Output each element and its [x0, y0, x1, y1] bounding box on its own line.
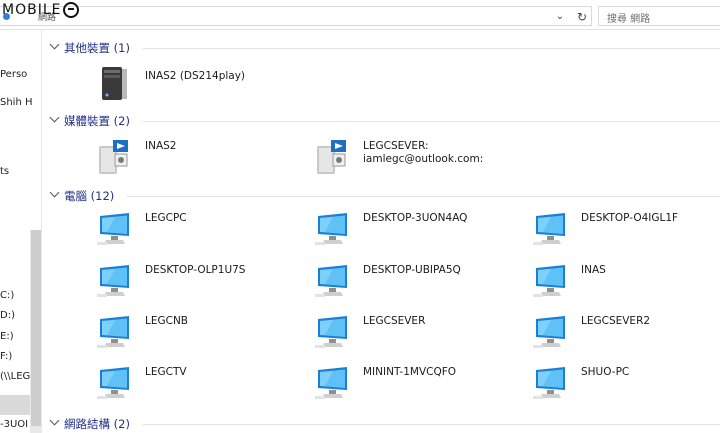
group-title: 電腦 (12) [64, 189, 115, 203]
computer-label: LEGCPC [145, 212, 187, 224]
group-divider [143, 48, 720, 49]
nav-item-documents[interactable]: ts [0, 166, 9, 177]
chevron-down-icon[interactable] [50, 417, 60, 427]
search-input[interactable]: 搜尋 網路 [598, 6, 720, 26]
computer-icon [315, 367, 347, 399]
computer-icon [315, 213, 347, 245]
watermark-logo: MOBILE [2, 2, 80, 18]
computer-icon [97, 265, 129, 297]
computer-label: LEGCNB [145, 315, 189, 327]
nav-item-desktop-3uon[interactable]: -3UOI [0, 419, 28, 430]
device-item[interactable]: INAS2 (DS214play) [95, 65, 295, 105]
computer-icon [533, 265, 565, 297]
chevron-down-icon[interactable] [50, 114, 60, 124]
address-bar[interactable]: 網路 ⌄ ↻ [0, 6, 592, 26]
group-title: 其他裝置 (1) [64, 41, 130, 55]
computer-item[interactable]: LEGCTV [95, 364, 295, 404]
group-title: 網路結構 (2) [64, 417, 130, 431]
refresh-icon[interactable]: ↻ [574, 9, 590, 25]
group-divider [127, 196, 720, 197]
group-title: 媒體裝置 (2) [64, 114, 130, 128]
nav-selected-highlight [0, 395, 30, 415]
nav-item-drive-c[interactable]: C:) [0, 290, 14, 301]
computer-item[interactable]: INAS [531, 262, 720, 302]
chevron-down-icon[interactable]: ⌄ [552, 10, 568, 24]
nav-scrollbar-thumb[interactable] [31, 230, 41, 426]
computer-item[interactable]: DESKTOP-OLP1U7S [95, 262, 295, 302]
computer-icon [533, 213, 565, 245]
computer-label: INAS [581, 264, 606, 276]
computer-icon [533, 316, 565, 348]
group-header-media-devices[interactable]: 媒體裝置 (2) [43, 112, 720, 130]
computer-icon [533, 367, 565, 399]
media-device-item[interactable]: LEGCSEVER: iamlegc@outlook.com: [313, 138, 543, 178]
group-divider [143, 424, 720, 425]
group-divider [143, 121, 720, 122]
computer-icon [97, 316, 129, 348]
search-placeholder: 搜尋 網路 [607, 14, 651, 25]
computer-item[interactable]: LEGCPC [95, 210, 295, 250]
computer-item[interactable]: DESKTOP-O4IGL1F [531, 210, 720, 250]
computer-label: DESKTOP-O4IGL1F [581, 212, 679, 224]
computer-item[interactable]: DESKTOP-3UON4AQ [313, 210, 513, 250]
logo-face-icon [63, 2, 80, 18]
computer-icon [315, 265, 347, 297]
chevron-down-icon[interactable] [50, 189, 60, 199]
computer-icon [97, 213, 129, 245]
computer-icon [315, 316, 347, 348]
media-server-icon [317, 140, 346, 174]
computer-item[interactable]: LEGCNB [95, 313, 295, 353]
computer-label: LEGCSEVER2 [581, 315, 651, 327]
nav-item-drive-d[interactable]: D:) [0, 310, 15, 321]
address-toolbar: 網路 ⌄ ↻ 搜尋 網路 MOBILE [0, 0, 720, 30]
nav-item-drive-f[interactable]: F:) [0, 351, 12, 362]
device-label: INAS2 (DS214play) [145, 70, 246, 82]
computer-label: DESKTOP-UBIPA5Q [363, 264, 461, 276]
navigation-pane: Perso Shih H ts C:) D:) E:) F:) (\\LEG -… [0, 30, 42, 433]
computer-item[interactable]: DESKTOP-UBIPA5Q [313, 262, 513, 302]
computer-label: LEGCTV [145, 366, 187, 378]
nav-item-drive-e[interactable]: E:) [0, 331, 14, 342]
group-header-network-infrastructure[interactable]: 網路結構 (2) [43, 415, 720, 433]
media-device-item[interactable]: INAS2 [95, 138, 295, 178]
nas-device-icon [102, 67, 127, 100]
nav-item-network-drive[interactable]: (\\LEG [0, 371, 30, 382]
media-server-icon [99, 140, 128, 174]
media-device-label: INAS2 [145, 140, 177, 152]
computer-label: LEGCSEVER [363, 315, 426, 327]
group-header-other-devices[interactable]: 其他裝置 (1) [43, 39, 720, 57]
computer-label: DESKTOP-OLP1U7S [145, 264, 246, 276]
computer-item[interactable]: LEGCSEVER [313, 313, 513, 353]
computer-item[interactable]: SHUO-PC [531, 364, 720, 404]
media-device-label: LEGCSEVER: iamlegc@outlook.com: [363, 140, 484, 165]
computer-label: MININT-1MVCQFO [363, 366, 457, 378]
computer-item[interactable]: MININT-1MVCQFO [313, 364, 513, 404]
nav-item-personal[interactable]: Perso [0, 69, 27, 80]
computer-icon [97, 367, 129, 399]
chevron-down-icon[interactable] [50, 41, 60, 51]
computer-label: SHUO-PC [581, 366, 630, 378]
group-header-computers[interactable]: 電腦 (12) [43, 187, 720, 205]
computer-label: DESKTOP-3UON4AQ [363, 212, 468, 224]
computer-item[interactable]: LEGCSEVER2 [531, 313, 720, 353]
content-pane: 其他裝置 (1) INAS2 (DS214play) 媒體裝置 (2) INAS… [43, 30, 720, 433]
nav-item-shih[interactable]: Shih H [0, 97, 33, 108]
